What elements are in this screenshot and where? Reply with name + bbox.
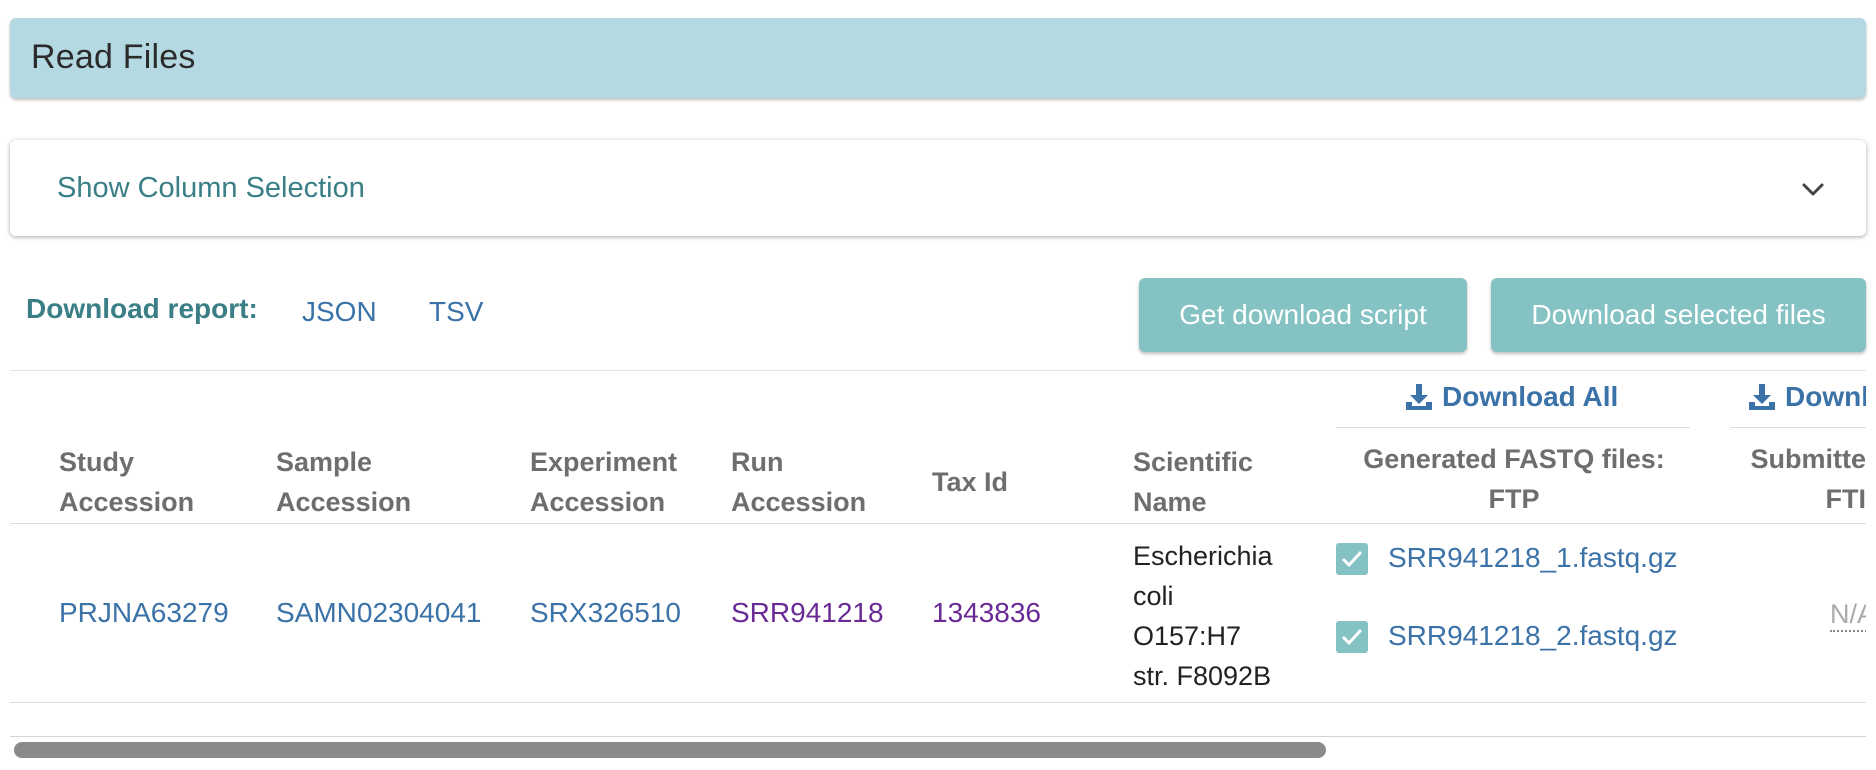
header-tax-id[interactable]: Tax Id <box>932 462 1008 502</box>
check-icon <box>1341 550 1363 568</box>
download-icon <box>1406 384 1432 410</box>
header-experiment-accession[interactable]: Experiment Accession <box>530 442 677 522</box>
header-row-divider <box>10 523 1866 524</box>
fastq-group-divider <box>1336 427 1690 428</box>
row-bottom-divider <box>10 702 1866 703</box>
scientific-name: Escherichia coli O157:H7 str. F8092B <box>1133 541 1273 691</box>
download-all-partial-label: Downl <box>1785 381 1866 412</box>
header-generated-fastq-ftp[interactable]: Generated FASTQ files: FTP <box>1350 439 1678 519</box>
section-title: Read Files <box>31 38 196 76</box>
download-all-submitted-link[interactable]: Downl <box>1747 381 1866 413</box>
header-submitted-ftp[interactable]: Submitte FTI <box>1746 439 1866 519</box>
column-selection-toggle[interactable]: Show Column Selection <box>10 140 1866 236</box>
header-study-accession[interactable]: Study Accession <box>59 442 194 522</box>
report-tsv-link[interactable]: TSV <box>429 296 483 328</box>
file-checkbox-2[interactable] <box>1336 621 1368 653</box>
sample-accession-link[interactable]: SAMN02304041 <box>276 597 481 629</box>
submitted-group-divider <box>1730 427 1866 428</box>
column-selection-label: Show Column Selection <box>57 172 365 204</box>
report-json-link[interactable]: JSON <box>302 296 377 328</box>
submitted-ftp-na: N/A <box>1830 599 1866 632</box>
read-files-table: Download All Downl Study Accession Sample… <box>10 370 1866 703</box>
download-selected-files-button[interactable]: Download selected files <box>1491 278 1866 352</box>
download-report-label: Download report: <box>26 293 258 324</box>
fastq-file-link-1[interactable]: SRR941218_1.fastq.gz <box>1388 542 1678 574</box>
experiment-accession-link[interactable]: SRX326510 <box>530 597 681 629</box>
fastq-file-link-2[interactable]: SRR941218_2.fastq.gz <box>1388 620 1678 652</box>
header-sample-accession[interactable]: Sample Accession <box>276 442 411 522</box>
download-all-label: Download All <box>1442 381 1619 412</box>
get-download-script-button[interactable]: Get download script <box>1139 278 1467 352</box>
run-accession-link[interactable]: SRR941218 <box>731 597 884 629</box>
header-scientific-name[interactable]: Scientific Name <box>1133 442 1253 522</box>
horizontal-scrollbar-thumb[interactable] <box>14 742 1326 758</box>
chevron-down-icon <box>1802 183 1824 196</box>
file-checkbox-1[interactable] <box>1336 543 1368 575</box>
section-header: Read Files <box>10 18 1866 98</box>
download-icon <box>1749 384 1775 410</box>
study-accession-link[interactable]: PRJNA63279 <box>59 597 229 629</box>
download-all-fastq-link[interactable]: Download All <box>1404 381 1618 413</box>
check-icon <box>1341 628 1363 646</box>
header-run-accession[interactable]: Run Accession <box>731 442 866 522</box>
tax-id-link[interactable]: 1343836 <box>932 597 1041 629</box>
